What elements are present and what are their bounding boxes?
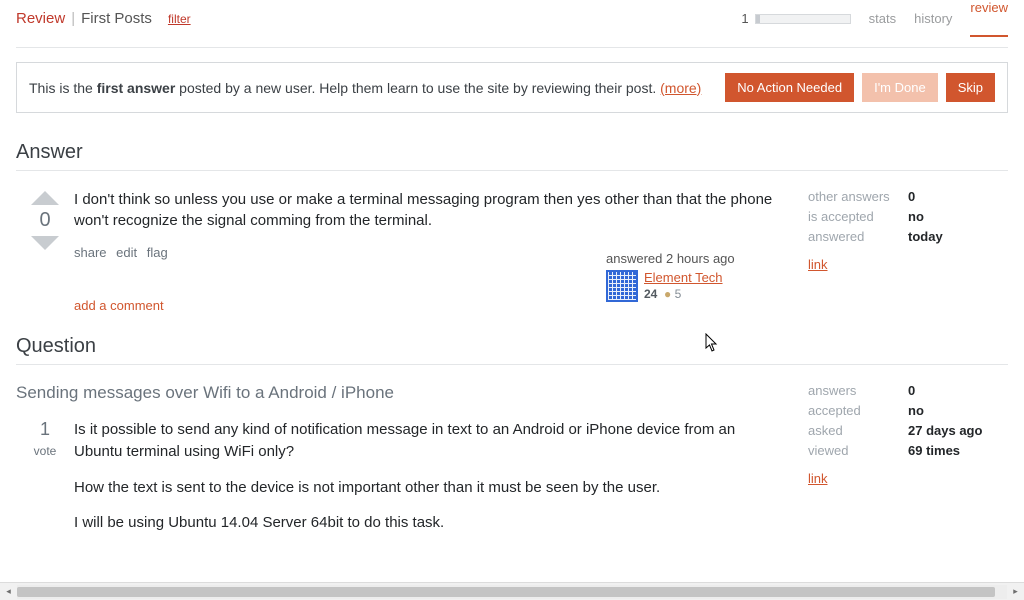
- side-v-answered: today: [908, 229, 943, 244]
- answer-side-info: other answers0 is acceptedno answeredtod…: [808, 189, 1008, 313]
- breadcrumb-current: First Posts: [81, 10, 152, 27]
- question-section-title: Question: [16, 335, 1008, 358]
- notice-bold: first answer: [97, 80, 176, 96]
- answered-time: answered 2 hours ago: [606, 251, 780, 266]
- answer-score: 0: [16, 209, 74, 232]
- answer-user-card: answered 2 hours ago Element Tech 24 ● 5: [598, 245, 788, 308]
- answer-body: I don't think so unless you use or make …: [74, 189, 808, 313]
- user-name-link[interactable]: Element Tech: [644, 270, 723, 285]
- question-permalink[interactable]: link: [808, 471, 1008, 486]
- answer-permalink[interactable]: link: [808, 257, 1008, 272]
- scrollbar-track[interactable]: [17, 585, 1007, 599]
- question-para-1: Is it possible to send any kind of notif…: [74, 419, 778, 463]
- topbar-right: 1 stats history review: [741, 0, 1008, 37]
- tab-history[interactable]: history: [914, 11, 952, 26]
- downvote-icon[interactable]: [31, 236, 59, 250]
- im-done-button: I'm Done: [862, 73, 938, 102]
- side-k-accepted: accepted: [808, 403, 908, 418]
- no-action-needed-button[interactable]: No Action Needed: [725, 73, 854, 102]
- scroll-right-icon[interactable]: ▸: [1007, 584, 1024, 600]
- flag-link[interactable]: flag: [147, 245, 168, 260]
- side-k-asked: asked: [808, 423, 908, 438]
- answer-row: 0 I don't think so unless you use or mak…: [16, 189, 1008, 313]
- question-para-2: How the text is sent to the device is no…: [74, 477, 778, 499]
- upvote-icon[interactable]: [31, 191, 59, 205]
- rep-value: 24: [644, 287, 657, 301]
- notice-pre: This is the: [29, 80, 97, 96]
- review-topbar: Review | First Posts filter 1 stats hist…: [16, 0, 1008, 48]
- notice-text: This is the first answer posted by a new…: [29, 80, 701, 96]
- tab-stats[interactable]: stats: [869, 11, 896, 26]
- bronze-badge-count: 5: [675, 287, 682, 301]
- side-k-viewed: viewed: [808, 443, 908, 458]
- question-row: Sending messages over Wifi to a Android …: [16, 383, 1008, 548]
- avatar[interactable]: [606, 270, 638, 302]
- side-v-other-answers: 0: [908, 189, 915, 204]
- answer-vote-column: 0: [16, 189, 74, 313]
- side-k-is-accepted: is accepted: [808, 209, 908, 224]
- question-title: Sending messages over Wifi to a Android …: [16, 383, 808, 403]
- side-k-other-answers: other answers: [808, 189, 908, 204]
- scrollbar-thumb[interactable]: [17, 587, 995, 597]
- progress-bar: [755, 14, 851, 24]
- question-votes: 1: [16, 419, 74, 440]
- bronze-badge-icon: ●: [664, 287, 671, 301]
- progress-count: 1: [741, 11, 748, 26]
- filter-link[interactable]: filter: [168, 12, 191, 26]
- review-progress: 1: [741, 11, 850, 26]
- divider: [16, 364, 1008, 365]
- horizontal-scrollbar[interactable]: ◂ ▸: [0, 582, 1024, 600]
- question-vote-label: vote: [16, 444, 74, 458]
- question-para-3: I will be using Ubuntu 14.04 Server 64bi…: [74, 512, 778, 534]
- question-main: Sending messages over Wifi to a Android …: [16, 383, 808, 548]
- scroll-left-icon[interactable]: ◂: [0, 584, 17, 600]
- side-v-accepted: no: [908, 403, 924, 418]
- side-v-asked: 27 days ago: [908, 423, 982, 438]
- share-link[interactable]: share: [74, 245, 107, 260]
- answer-text: I don't think so unless you use or make …: [74, 189, 788, 231]
- question-vote-column: 1 vote: [16, 419, 74, 548]
- side-v-viewed: 69 times: [908, 443, 960, 458]
- divider: [16, 170, 1008, 171]
- add-comment-link[interactable]: add a comment: [74, 298, 164, 313]
- side-k-answered: answered: [808, 229, 908, 244]
- answer-section-title: Answer: [16, 141, 1008, 164]
- tab-review[interactable]: review: [970, 0, 1008, 37]
- edit-link[interactable]: edit: [116, 245, 137, 260]
- skip-button[interactable]: Skip: [946, 73, 995, 102]
- side-k-answers: answers: [808, 383, 908, 398]
- question-side-info: answers0 acceptedno asked27 days ago vie…: [808, 383, 1008, 548]
- breadcrumb: Review | First Posts filter: [16, 10, 191, 27]
- question-body: Is it possible to send any kind of notif…: [74, 419, 808, 548]
- breadcrumb-separator: |: [71, 10, 75, 27]
- side-v-is-accepted: no: [908, 209, 924, 224]
- review-link[interactable]: Review: [16, 10, 65, 27]
- side-v-answers: 0: [908, 383, 915, 398]
- user-reputation: 24 ● 5: [644, 287, 723, 301]
- notice-buttons: No Action Needed I'm Done Skip: [725, 73, 995, 102]
- review-notice: This is the first answer posted by a new…: [16, 62, 1008, 113]
- notice-more-link[interactable]: (more): [660, 80, 701, 96]
- notice-post: posted by a new user. Help them learn to…: [175, 80, 660, 96]
